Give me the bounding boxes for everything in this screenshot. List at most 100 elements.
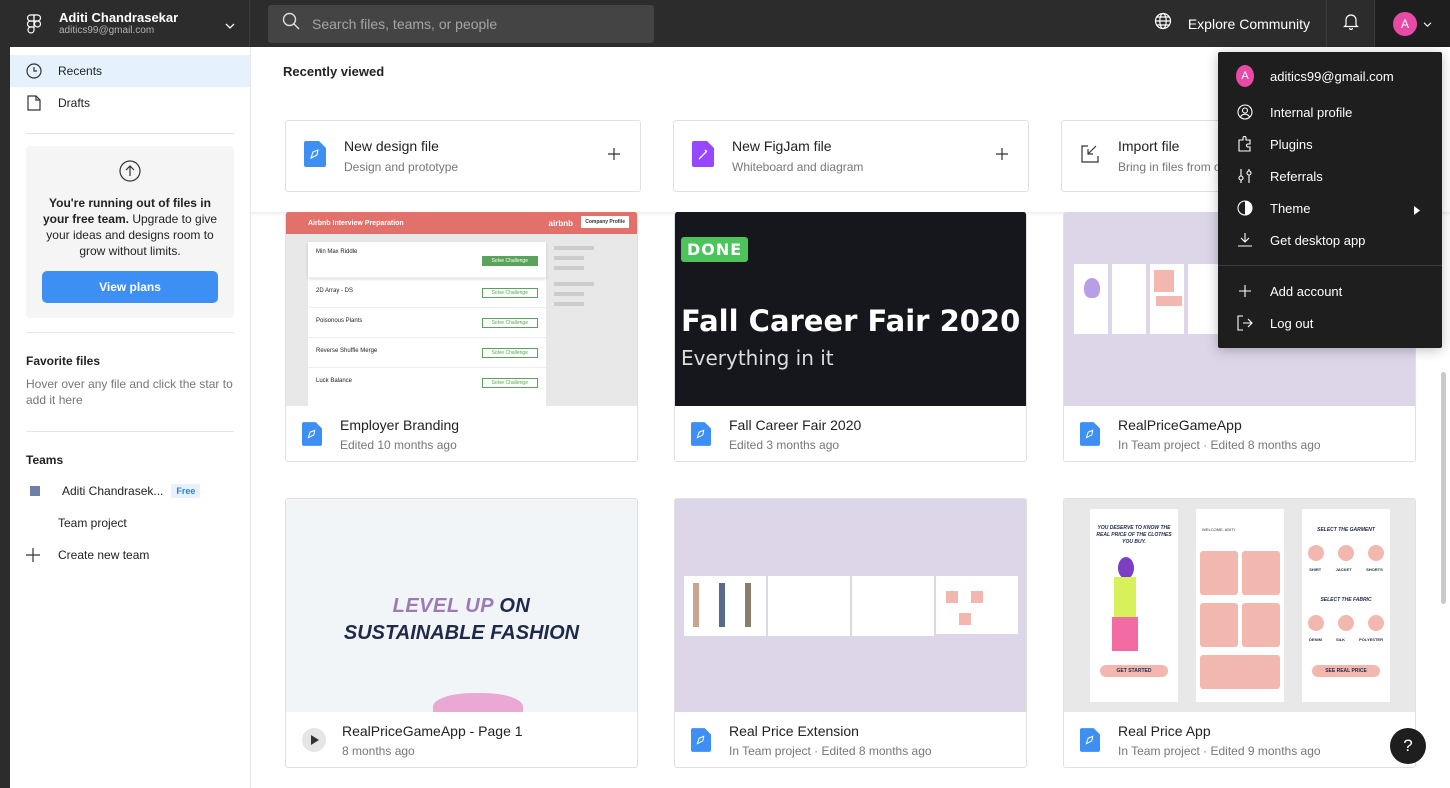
upgrade-panel: You're running out of files in your free… <box>26 146 234 318</box>
play-prototype-icon <box>302 728 326 752</box>
thumb-row: Min Max Riddle <box>316 249 358 255</box>
file-card[interactable]: YOU DESERVE TO KNOW THE REAL PRICE OF TH… <box>1063 498 1416 768</box>
figma-logo-icon[interactable] <box>26 13 42 35</box>
team-name: Aditi Chandrasek... <box>62 484 164 498</box>
thumb-title-highlight: LEVEL UP <box>392 595 494 617</box>
account-email: aditics99@gmail.com <box>59 25 155 37</box>
view-plans-button[interactable]: View plans <box>42 271 218 303</box>
sidebar-item-drafts[interactable]: Drafts <box>10 87 250 119</box>
thumb-row-btn: Solve Challenge <box>481 256 538 266</box>
sidebar-item-team-project[interactable]: Team project <box>10 507 250 539</box>
menu-item-label: Add account <box>1270 283 1343 299</box>
create-card-title: New design file <box>344 138 439 154</box>
menu-item-plugins[interactable]: Plugins <box>1218 128 1442 160</box>
create-new-team-button[interactable]: Create new team <box>10 539 250 571</box>
menu-item-get-desktop-app[interactable]: Get desktop app <box>1218 224 1442 256</box>
plus-icon <box>1236 282 1254 300</box>
menu-divider <box>1218 265 1442 266</box>
file-card[interactable]: Real Price Extension In Team project · E… <box>674 498 1027 768</box>
notifications-button[interactable] <box>1327 0 1375 47</box>
sidebar-item-label: Drafts <box>58 96 91 110</box>
menu-item-theme[interactable]: Theme <box>1218 192 1442 224</box>
file-card-meta: Real Price App In Team project · Edited … <box>1064 712 1415 767</box>
import-icon <box>1080 144 1100 169</box>
done-badge: DONE <box>681 237 749 262</box>
file-title: Employer Branding <box>340 416 460 433</box>
menu-item-log-out[interactable]: Log out <box>1218 307 1442 339</box>
thumb-header: Airbnb Interview Preparation <box>308 219 404 227</box>
menu-item-label: Log out <box>1270 315 1314 331</box>
plus-icon <box>608 147 620 165</box>
sidebar-item-recents[interactable]: Recents <box>10 55 250 87</box>
menu-item-referrals[interactable]: Referrals <box>1218 160 1442 192</box>
thumb-garment: SHORTS <box>1366 567 1383 572</box>
log-out-icon <box>1236 314 1254 332</box>
arrow-up-circle-icon <box>119 160 141 186</box>
new-design-file-card[interactable]: New design file Design and prototype <box>285 120 641 192</box>
sidebar-item-team[interactable]: Aditi Chandrasek... Free <box>10 475 250 507</box>
design-file-icon <box>304 140 326 172</box>
account-name: Aditi Chandrasekar <box>59 9 179 25</box>
file-thumbnail: Airbnb Interview Preparation airbnb Comp… <box>286 212 637 406</box>
sidebar-item-label: Recents <box>58 64 103 78</box>
file-thumbnail: YOU DESERVE TO KNOW THE REAL PRICE OF TH… <box>1064 499 1415 712</box>
file-title: RealPriceGameApp - Page 1 <box>342 722 523 739</box>
file-subtitle: In Team project · Edited 8 months ago <box>729 743 932 758</box>
menu-item-label: Referrals <box>1270 168 1323 184</box>
menu-item-account-email[interactable]: A aditics99@gmail.com <box>1218 60 1442 92</box>
file-card-meta: Real Price Extension In Team project · E… <box>675 712 1026 767</box>
user-circle-icon <box>1236 103 1254 121</box>
file-subtitle: Edited 10 months ago <box>340 437 457 452</box>
thumb-subtitle: Everything in it <box>681 346 834 370</box>
create-card-title: Import file <box>1118 138 1180 154</box>
menu-item-add-account[interactable]: Add account <box>1218 275 1442 307</box>
globe-icon <box>1154 12 1172 35</box>
menu-item-label: Theme <box>1270 200 1311 216</box>
referrals-icon <box>1236 167 1254 185</box>
search-input[interactable] <box>312 15 632 32</box>
account-dropdown-menu: A aditics99@gmail.com Internal profile P… <box>1218 52 1442 348</box>
thumb-see-price: SEE REAL PRICE <box>1312 665 1380 677</box>
new-figjam-file-card[interactable]: New FigJam file Whiteboard and diagram <box>673 120 1029 192</box>
menu-item-internal-profile[interactable]: Internal profile <box>1218 96 1442 128</box>
thumb-garment: JACKET <box>1335 567 1352 572</box>
clock-icon <box>26 63 42 79</box>
sidebar: Recents Drafts You're running out of fil… <box>10 47 251 788</box>
thumb-fabric: DENIM <box>1309 637 1322 642</box>
thumb-row: 2D Array - DS <box>316 288 354 294</box>
explore-community-button[interactable]: Explore Community <box>1154 0 1327 47</box>
help-button[interactable]: ? <box>1390 728 1426 764</box>
plus-icon <box>26 548 40 562</box>
free-badge: Free <box>171 484 201 498</box>
file-card-meta: Fall Career Fair 2020 Edited 3 months ag… <box>675 406 1026 461</box>
team-project-label: Team project <box>58 516 127 530</box>
file-title: RealPriceGameApp <box>1118 416 1242 433</box>
download-icon <box>1236 231 1254 249</box>
figjam-file-icon <box>692 140 714 172</box>
design-file-icon <box>691 422 713 446</box>
menu-item-label: Internal profile <box>1270 104 1353 120</box>
chevron-down-icon[interactable] <box>225 17 235 35</box>
search-box[interactable] <box>268 4 654 43</box>
thumb-welcome: WELCOME, ADITI <box>1202 527 1235 532</box>
teams-heading: Teams <box>26 453 64 467</box>
file-card[interactable]: DONE Fall Career Fair 2020 Everything in… <box>674 212 1027 462</box>
account-switcher[interactable]: Aditi Chandrasekar aditics99@gmail.com <box>10 0 250 47</box>
account-menu-button[interactable]: A <box>1375 0 1450 47</box>
file-thumbnail: DONE Fall Career Fair 2020 Everything in… <box>675 212 1026 406</box>
menu-item-label: Get desktop app <box>1270 232 1366 248</box>
thumb-headline: YOU DESERVE TO KNOW THE REAL PRICE OF TH… <box>1096 525 1172 545</box>
thumb-row-btn: Solve Challenge <box>481 348 538 358</box>
thumb-row: Reverse Shuffle Merge <box>316 348 378 354</box>
file-card[interactable]: Airbnb Interview Preparation airbnb Comp… <box>285 212 638 462</box>
file-card-meta: RealPriceGameApp - Page 1 8 months ago <box>286 712 637 767</box>
file-card[interactable]: LEVEL UP ON SUSTAINABLE FASHION RealPric… <box>285 498 638 768</box>
thumb-title-rest: ON <box>493 595 531 617</box>
chevron-down-icon <box>1423 15 1432 33</box>
file-card-meta: Employer Branding Edited 10 months ago <box>286 406 637 461</box>
search-icon <box>282 12 300 35</box>
scrollbar[interactable] <box>1441 372 1446 604</box>
create-card-subtitle: Bring in files from o <box>1118 160 1221 174</box>
avatar: A <box>1393 11 1417 36</box>
file-title: Real Price App <box>1118 722 1211 739</box>
